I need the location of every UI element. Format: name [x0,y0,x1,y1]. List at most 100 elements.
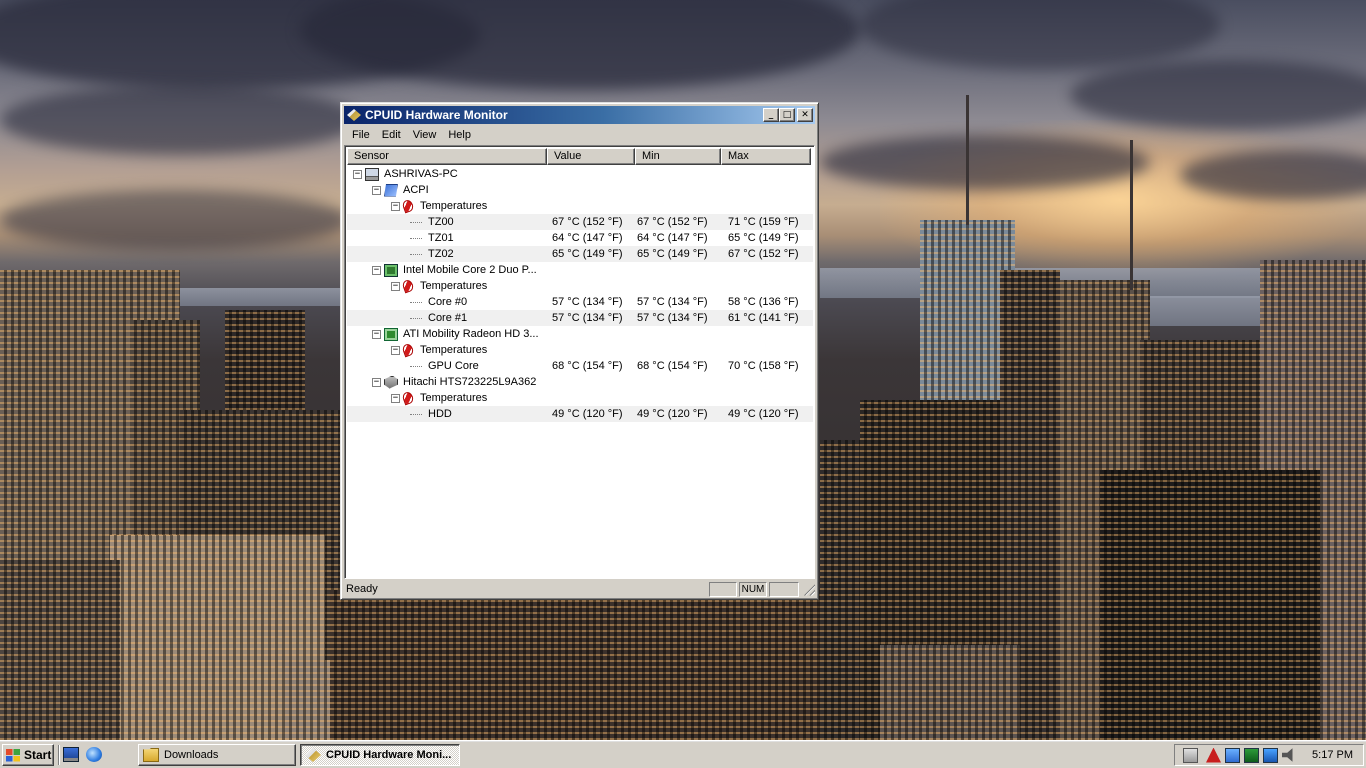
collapse-toggle[interactable]: − [372,377,381,387]
resize-grip[interactable] [802,582,815,596]
clock[interactable]: 5:17 PM [1312,749,1353,761]
sensor-label: ASHRIVAS-PC [384,168,458,180]
printer-icon[interactable] [1183,747,1198,763]
gpu-icon [384,327,398,341]
collapse-toggle[interactable]: − [391,345,400,355]
tree-node-row[interactable]: − Temperatures [347,198,813,214]
column-value[interactable]: Value [547,148,635,165]
sensor-max: 70 °C (158 °F) [728,360,799,372]
sensor-min: 49 °C (120 °F) [637,408,708,420]
sensor-reading-row[interactable]: Core #1 57 °C (134 °F) 57 °C (134 °F) 61 °C… [347,310,813,326]
sensor-label: Hitachi HTS723225L9A362 [403,376,537,388]
tree-node-row[interactable]: − Intel Mobile Core 2 Duo P... [347,262,813,278]
tree-node: − Temperatures [391,390,487,406]
thermometer-icon [401,342,415,358]
sensor-min: 64 °C (147 °F) [637,232,708,244]
sensor-label: Temperatures [420,344,488,356]
window-controls: _ □ ✕ [763,108,813,122]
tree-node-row[interactable]: − Temperatures [347,390,813,406]
task-label: CPUID Hardware Moni... [326,749,452,761]
sensor-reading-row[interactable]: Core #0 57 °C (134 °F) 57 °C (134 °F) 58 °C… [347,294,813,310]
hard-disk-icon [384,375,398,389]
sensor-reading-row[interactable]: TZ02 65 °C (149 °F) 65 °C (149 °F) 67 °C (1… [347,246,813,262]
sensor-min: 57 °C (134 °F) [637,312,708,324]
collapse-toggle[interactable]: − [372,185,381,195]
collapse-toggle[interactable]: − [372,329,381,339]
cloud [820,135,1150,190]
tree-node-row[interactable]: − Temperatures [347,342,813,358]
status-text: Ready [346,583,378,595]
tree-node: − ATI Mobility Radeon HD 3... [372,326,539,342]
tree-node: TZ00 [410,214,454,230]
column-sensor[interactable]: Sensor [347,148,547,165]
acpi-icon [384,183,398,197]
menu-edit[interactable]: Edit [376,129,407,141]
internet-explorer-icon[interactable] [86,747,102,762]
sensor-reading-row[interactable]: GPU Core 68 °C (154 °F) 68 °C (154 °F) 70 °… [347,358,813,374]
tree-node-row[interactable]: − Temperatures [347,278,813,294]
collapse-toggle[interactable]: − [372,265,381,275]
menu-file[interactable]: File [346,129,376,141]
sensor-tree-list[interactable]: Sensor Value Min Max − ASHRIVAS-PC − ACPI − T… [344,145,815,579]
window-title: CPUID Hardware Monitor [365,108,508,122]
building [1100,470,1320,740]
sensor-label: Temperatures [420,392,488,404]
sensor-value: 65 °C (149 °F) [552,248,623,260]
display-icon[interactable] [1225,747,1240,763]
sensor-reading-row[interactable]: TZ00 67 °C (152 °F) 67 °C (152 °F) 71 °C (1… [347,214,813,230]
quick-launch-separator [58,745,60,765]
tree-node: − Intel Mobile Core 2 Duo P... [372,262,537,278]
start-button[interactable]: Start [2,744,54,766]
collapse-toggle[interactable]: − [391,201,400,211]
collapse-toggle[interactable]: − [391,393,400,403]
windows-logo-icon [6,748,20,762]
network-icon[interactable] [1244,747,1259,763]
show-desktop-icon[interactable] [63,747,79,762]
column-max[interactable]: Max [721,148,811,165]
sensor-max: 67 °C (152 °F) [728,248,799,260]
taskbar-button-cpuid[interactable]: CPUID Hardware Moni... [300,744,460,766]
num-lock-indicator: NUM [739,581,767,597]
sensor-value: 57 °C (134 °F) [552,312,623,324]
tree-node: Core #0 [410,294,467,310]
sensor-reading-row[interactable]: TZ01 64 °C (147 °F) 64 °C (147 °F) 65 °C (1… [347,230,813,246]
sensor-label: GPU Core [428,360,479,372]
building [0,560,120,740]
sensor-label: ATI Mobility Radeon HD 3... [403,328,539,340]
title-bar[interactable]: CPUID Hardware Monitor _ □ ✕ [344,106,815,124]
sensor-min: 65 °C (149 °F) [637,248,708,260]
close-button[interactable]: ✕ [797,108,813,122]
antenna [966,95,969,225]
network-icon[interactable] [1263,747,1278,763]
tree-node: Core #1 [410,310,467,326]
sensor-reading-row[interactable]: HDD 49 °C (120 °F) 49 °C (120 °F) 49 °C (12… [347,406,813,422]
taskbar-button-downloads[interactable]: Downloads [138,744,296,766]
tree-node-row[interactable]: − ASHRIVAS-PC [347,166,813,182]
building [330,590,830,740]
sensor-max: 71 °C (159 °F) [728,216,799,228]
cpuid-app-icon[interactable] [347,109,361,121]
menu-help[interactable]: Help [442,129,477,141]
column-header: Sensor Value Min Max [347,148,813,165]
system-tray: 5:17 PM [1174,744,1364,766]
collapse-toggle[interactable]: − [353,169,362,179]
tree-node: − Temperatures [391,278,487,294]
minimize-button[interactable]: _ [763,108,779,122]
sensor-label: Temperatures [420,280,488,292]
sensor-value: 68 °C (154 °F) [552,360,623,372]
tree-node-row[interactable]: − ACPI [347,182,813,198]
tree-node-row[interactable]: − ATI Mobility Radeon HD 3... [347,326,813,342]
maximize-button[interactable]: □ [779,108,795,122]
folder-icon [143,748,159,762]
adobe-icon[interactable] [1206,747,1221,763]
collapse-toggle[interactable]: − [391,281,400,291]
column-min[interactable]: Min [635,148,721,165]
sensor-label: HDD [428,408,452,420]
sensor-min: 67 °C (152 °F) [637,216,708,228]
tree-node: HDD [410,406,452,422]
menu-view[interactable]: View [407,129,443,141]
sensor-max: 61 °C (141 °F) [728,312,799,324]
cloud [860,0,1220,70]
volume-icon[interactable] [1282,748,1293,762]
tree-node-row[interactable]: − Hitachi HTS723225L9A362 [347,374,813,390]
